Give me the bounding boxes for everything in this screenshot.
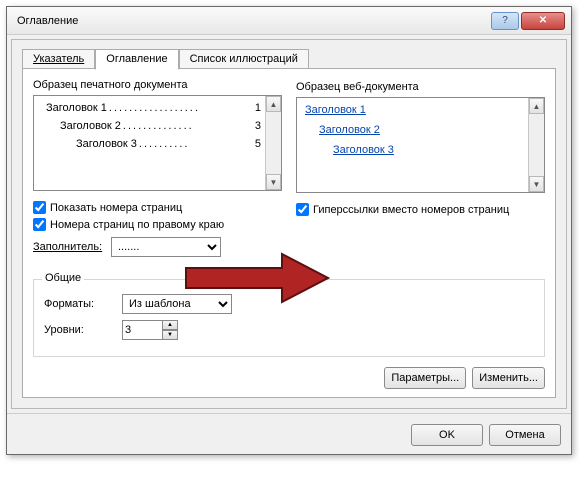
print-preview-label: Образец печатного документа	[33, 79, 282, 91]
modify-button[interactable]: Изменить...	[472, 367, 545, 389]
formats-label: Форматы:	[44, 298, 116, 310]
web-preview-scrollbar[interactable]: ▲ ▼	[528, 98, 544, 192]
scroll-down-icon[interactable]: ▼	[529, 176, 544, 192]
print-row: Заголовок 1 .................. 1	[38, 102, 261, 114]
levels-up-button[interactable]: ▲	[162, 320, 178, 330]
scroll-up-icon[interactable]: ▲	[529, 98, 544, 114]
help-button[interactable]: ?	[491, 12, 519, 30]
close-button[interactable]: ✕	[521, 12, 565, 30]
print-preview-scrollbar[interactable]: ▲ ▼	[265, 96, 281, 190]
show-page-numbers-row: Показать номера страниц	[33, 201, 282, 214]
tab-content: Образец печатного документа Заголовок 1 …	[22, 68, 556, 398]
print-row: Заголовок 2 .............. 3	[38, 120, 261, 132]
web-preview-label: Образец веб-документа	[296, 81, 545, 93]
hyperlinks-row: Гиперссылки вместо номеров страниц	[296, 203, 545, 216]
web-link[interactable]: Заголовок 3	[301, 144, 524, 156]
right-align-checkbox[interactable]	[33, 218, 46, 231]
window-buttons: ? ✕	[491, 12, 565, 30]
previews-row: Образец печатного документа Заголовок 1 …	[33, 79, 545, 263]
scroll-up-icon[interactable]: ▲	[266, 96, 281, 112]
show-page-numbers-checkbox[interactable]	[33, 201, 46, 214]
general-group: Общие Форматы: Из шаблона Уровни: ▲ ▼	[33, 279, 545, 357]
window-title: Оглавление	[13, 15, 491, 27]
cancel-button[interactable]: Отмена	[489, 424, 561, 446]
dialog-window: Оглавление ? ✕ Указатель Оглавление Спис…	[6, 6, 572, 455]
tab-leader-select[interactable]: .......	[111, 237, 221, 257]
web-preview-col: Образец веб-документа Заголовок 1 Заголо…	[296, 79, 545, 263]
dialog-footer: OK Отмена	[7, 413, 571, 454]
web-link[interactable]: Заголовок 2	[301, 124, 524, 136]
web-preview-box: Заголовок 1 Заголовок 2 Заголовок 3 ▲ ▼	[296, 97, 545, 193]
levels-label: Уровни:	[44, 324, 116, 336]
general-group-label: Общие	[42, 272, 84, 284]
tab-leader-row: Заполнитель: .......	[33, 237, 282, 257]
dialog-body: Указатель Оглавление Список иллюстраций …	[11, 39, 567, 409]
print-row: Заголовок 3 .......... 5	[38, 138, 261, 150]
tab-toc[interactable]: Оглавление	[95, 49, 178, 70]
print-preview-col: Образец печатного документа Заголовок 1 …	[33, 79, 282, 263]
ok-button[interactable]: OK	[411, 424, 483, 446]
inner-buttons: Параметры... Изменить...	[33, 367, 545, 389]
titlebar: Оглавление ? ✕	[7, 7, 571, 35]
levels-down-button[interactable]: ▼	[162, 330, 178, 340]
tab-figures[interactable]: Список иллюстраций	[179, 49, 309, 70]
tab-leader-label: Заполнитель:	[33, 241, 105, 253]
scroll-down-icon[interactable]: ▼	[266, 174, 281, 190]
web-link[interactable]: Заголовок 1	[301, 104, 524, 116]
close-icon: ✕	[539, 15, 547, 26]
print-preview-box: Заголовок 1 .................. 1 Заголов…	[33, 95, 282, 191]
tab-index[interactable]: Указатель	[22, 49, 95, 70]
formats-row: Форматы: Из шаблона	[44, 294, 534, 314]
hyperlinks-checkbox[interactable]	[296, 203, 309, 216]
formats-select[interactable]: Из шаблона	[122, 294, 232, 314]
levels-row: Уровни: ▲ ▼	[44, 320, 534, 340]
levels-input[interactable]	[122, 320, 162, 340]
parameters-button[interactable]: Параметры...	[384, 367, 466, 389]
levels-spinner: ▲ ▼	[122, 320, 178, 340]
right-align-row: Номера страниц по правому краю	[33, 218, 282, 231]
tabstrip: Указатель Оглавление Список иллюстраций	[22, 48, 556, 69]
